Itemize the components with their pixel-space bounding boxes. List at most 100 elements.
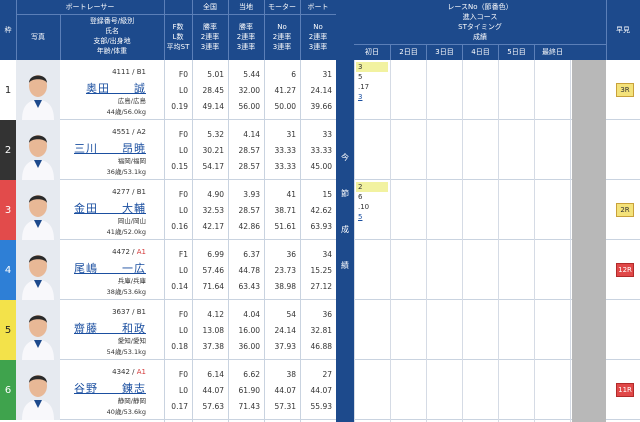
boat-value: 32.81	[310, 326, 332, 335]
f-count: F1	[178, 250, 188, 259]
stat-motor: 41 38.71 51.61	[264, 180, 300, 240]
nat-value: 37.38	[202, 342, 224, 351]
grade: A1	[136, 368, 146, 376]
header-no: No	[313, 22, 323, 31]
racer-name-link[interactable]: 尾嶋 一広	[74, 260, 146, 276]
stat-motor: 36 23.73 38.98	[264, 240, 300, 300]
fstats: F0 L0 0.15	[164, 120, 192, 180]
l-count: L0	[179, 326, 188, 335]
race-no: 2	[356, 182, 388, 192]
loc-value: 71.43	[238, 402, 260, 411]
early-race-badge[interactable]: 3R	[616, 83, 634, 97]
header-l-count: L数	[172, 32, 184, 41]
early-race-badge[interactable]: 12R	[616, 263, 634, 277]
racer-name[interactable]: 齋藤 和政	[74, 322, 146, 335]
header-frame: 枠	[4, 25, 12, 34]
day-header: 初日	[365, 48, 379, 56]
header-motor: モーター	[268, 2, 296, 11]
reg-grade: 4472 / A1	[112, 248, 146, 256]
boat-value: 27.12	[310, 282, 332, 291]
grade: B1	[136, 308, 146, 316]
header-3ren: 3連率	[308, 42, 328, 51]
grade: A2	[136, 128, 146, 136]
branch: 広島/広島	[117, 97, 146, 105]
early-header: 早見	[606, 0, 640, 60]
header-3ren: 3連率	[272, 42, 292, 51]
boat-value: 36	[322, 310, 332, 319]
boat-value: 24.14	[310, 86, 332, 95]
loc-value: 42.86	[238, 222, 260, 231]
nat-value: 54.17	[202, 162, 224, 171]
day-header: 4日目	[462, 45, 498, 60]
l-count: L0	[179, 206, 188, 215]
motor-value: 41.27	[274, 86, 296, 95]
racer-name[interactable]: 尾嶋 一広	[74, 262, 146, 275]
racer-name-link[interactable]: 齋藤 和政	[74, 320, 146, 336]
race-title-result: 成績	[473, 32, 487, 41]
reg-grade: 4342 / A1	[112, 368, 146, 376]
loc-value: 5.44	[243, 70, 260, 79]
table-header: 枠 写真 ボートレーサー 登録番号/級別 氏名 支部/出身地 年齢/体重 F数 …	[0, 0, 336, 60]
konsetsu-char: 今	[341, 153, 349, 162]
motor-value: 44.07	[274, 386, 296, 395]
reg-number: 4472	[112, 248, 130, 256]
boat-value: 46.88	[310, 342, 332, 351]
age-weight: 40歳/53.6kg	[106, 408, 146, 416]
motor-value: 51.61	[274, 222, 296, 231]
stat-boat: 36 32.81 46.88	[300, 300, 336, 360]
header-2ren: 2連率	[236, 32, 256, 41]
avatar	[16, 240, 60, 300]
loc-value: 6.37	[243, 250, 260, 259]
header-3ren: 3連率	[236, 42, 256, 51]
motor-value: 38	[286, 370, 296, 379]
avg-st: 0.15	[171, 162, 188, 171]
avatar	[16, 120, 60, 180]
loc-value: 28.57	[238, 206, 260, 215]
loc-value: 32.00	[238, 86, 260, 95]
motor-value: 38.71	[274, 206, 296, 215]
racer-name-link[interactable]: 三川 昂暁	[74, 140, 146, 156]
l-count: L0	[179, 386, 188, 395]
avg-st: 0.17	[171, 402, 188, 411]
early-race-badge[interactable]: 11R	[616, 383, 634, 397]
fstats: F0 L0 0.18	[164, 300, 192, 360]
race-finish[interactable]: 3	[356, 92, 388, 102]
race-result[interactable]: 2 6 .10 5	[356, 182, 388, 222]
day-column	[570, 60, 571, 422]
loc-value: 28.57	[238, 146, 260, 155]
reg-number: 4111	[112, 68, 130, 76]
racer-name-link[interactable]: 奥田 誠	[86, 80, 146, 96]
racer-name[interactable]: 三川 昂暁	[74, 142, 146, 155]
race-title-course: 進入コース	[462, 12, 498, 21]
stat-loc: 6.37 44.78 63.43	[228, 240, 264, 300]
racer-name[interactable]: 奥田 誠	[86, 82, 146, 95]
early-race-badge[interactable]: 2R	[616, 203, 634, 217]
nat-value: 57.63	[202, 402, 224, 411]
stat-boat: 31 24.14 39.66	[300, 60, 336, 120]
loc-value: 4.14	[243, 130, 260, 139]
header-name: 氏名	[105, 26, 119, 35]
stat-motor: 6 41.27 50.00	[264, 60, 300, 120]
fstats: F0 L0 0.17	[164, 360, 192, 420]
racer-name-link[interactable]: 金田 大輔	[74, 200, 146, 216]
racer-name-link[interactable]: 谷野 錬志	[74, 380, 146, 396]
konsetsu-header	[336, 0, 354, 60]
racer-name[interactable]: 谷野 錬志	[74, 382, 146, 395]
motor-value: 54	[286, 310, 296, 319]
nat-value: 4.90	[207, 190, 224, 199]
l-count: L0	[179, 266, 188, 275]
nat-value: 32.53	[202, 206, 224, 215]
race-course: 5	[358, 73, 363, 81]
stat-loc: 4.04 16.00 36.00	[228, 300, 264, 360]
day-column	[534, 60, 535, 422]
race-st: .17	[358, 83, 370, 91]
stat-nat: 6.99 57.46 71.64	[192, 240, 228, 300]
race-finish[interactable]: 5	[356, 212, 388, 222]
nat-value: 5.32	[207, 130, 224, 139]
racer-name[interactable]: 金田 大輔	[74, 202, 146, 215]
header-2ren: 2連率	[308, 32, 328, 41]
race-result[interactable]: 3 5 .17 3	[356, 62, 388, 102]
racer-info: 3637 / B1 齋藤 和政 愛知/愛知 54歳/53.1kg	[60, 300, 164, 360]
boat-value: 44.07	[310, 386, 332, 395]
grade: A1	[136, 248, 146, 256]
